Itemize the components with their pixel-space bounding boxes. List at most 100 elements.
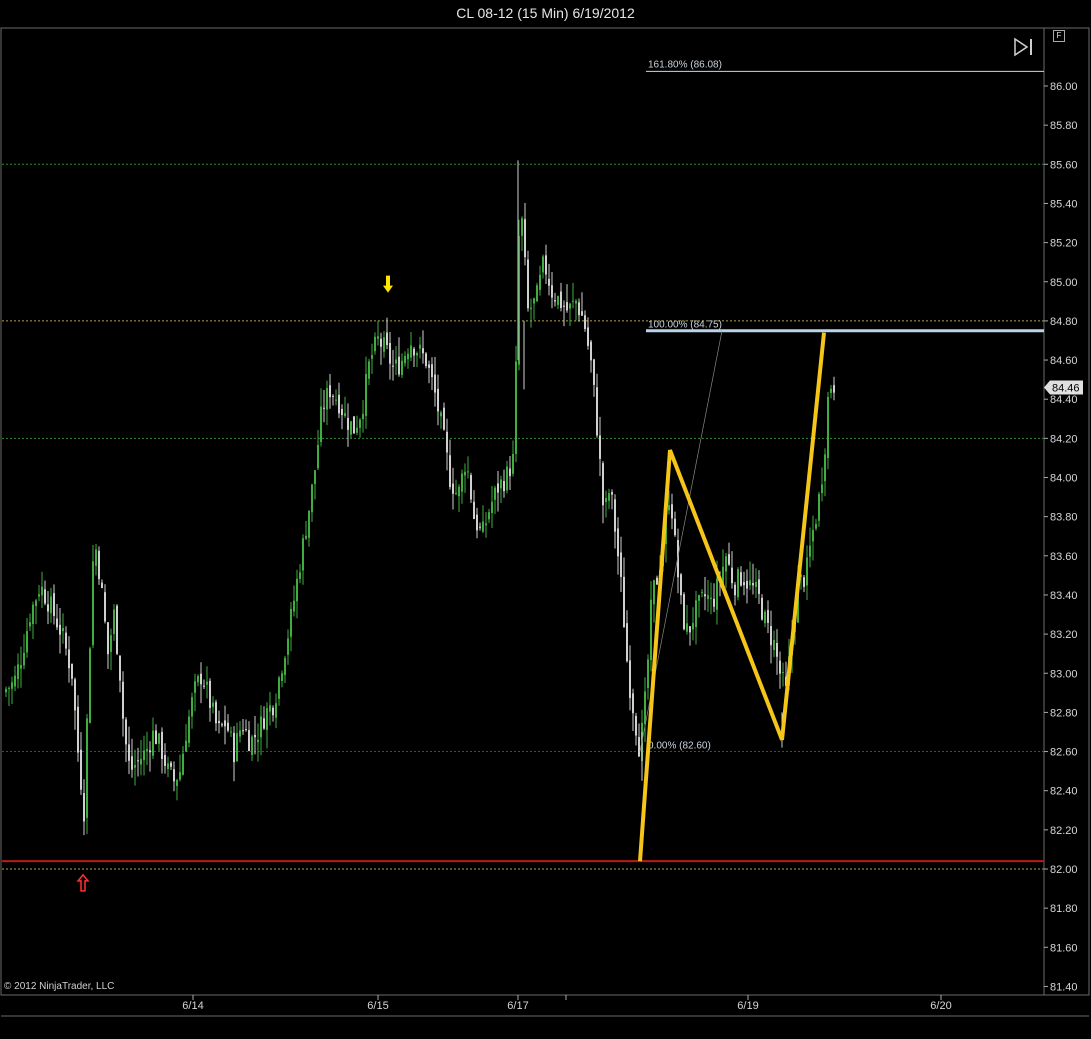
candle-body: [56, 618, 58, 628]
candle-body: [419, 344, 421, 349]
candle-body: [5, 688, 7, 693]
candle-body: [323, 407, 325, 409]
candle-body: [458, 486, 460, 497]
candle-body: [62, 627, 64, 632]
candle-body: [284, 657, 286, 675]
candle-body: [638, 737, 640, 757]
candle-body: [485, 523, 487, 526]
candle-body: [698, 595, 700, 601]
candle-body: [758, 579, 760, 594]
candle-body: [440, 412, 442, 417]
candle-body: [86, 718, 88, 818]
candle-body: [527, 259, 529, 309]
y-tick-label: 83.60: [1050, 551, 1078, 563]
candle-body: [305, 535, 307, 539]
candle-body: [224, 720, 226, 727]
candle-body: [821, 484, 823, 493]
x-tick-label: 6/15: [367, 1000, 388, 1012]
candle-body: [617, 528, 619, 557]
candle-body: [170, 762, 172, 767]
candle-body: [38, 594, 40, 597]
candle-body: [155, 730, 157, 744]
candle-body: [815, 523, 817, 529]
last-price-label: 84.46: [1052, 382, 1080, 394]
candle-body: [92, 561, 94, 646]
candle-body: [335, 399, 337, 401]
candle-body: [272, 707, 274, 716]
candle-body: [11, 682, 13, 689]
candle-body: [383, 337, 385, 352]
scroll-to-end-icon[interactable]: [1012, 37, 1036, 57]
candle-body: [149, 750, 151, 753]
candle-body: [680, 574, 682, 596]
candle-body: [80, 749, 82, 790]
candle-body: [356, 427, 358, 433]
candle-body: [449, 455, 451, 487]
candle-body: [776, 643, 778, 657]
candle-body: [320, 406, 322, 442]
f-button[interactable]: F: [1053, 30, 1065, 42]
candle-body: [362, 413, 364, 420]
candle-body: [104, 592, 106, 622]
candle-body: [167, 763, 169, 770]
y-tick-label: 84.40: [1050, 394, 1078, 406]
candle-body: [437, 388, 439, 412]
price-chart[interactable]: 161.80% (86.08) 100.00% (84.75) 0.00% (82.…: [0, 0, 1091, 1039]
candle-body: [341, 408, 343, 416]
y-tick-label: 82.80: [1050, 707, 1078, 719]
candle-body: [512, 453, 514, 474]
y-tick-label: 84.80: [1050, 316, 1078, 328]
y-tick-label: 85.40: [1050, 198, 1078, 210]
candle-body: [311, 484, 313, 513]
y-tick-label: 84.60: [1050, 355, 1078, 367]
y-tick-label: 83.20: [1050, 629, 1078, 641]
candle-body: [197, 675, 199, 683]
candle-body: [683, 594, 685, 630]
candle-body: [347, 417, 349, 430]
candle-body: [806, 557, 808, 586]
down-arrow-marker[interactable]: [383, 275, 393, 293]
candle-body: [110, 635, 112, 652]
candle-body: [386, 332, 388, 345]
candle-body: [587, 327, 589, 346]
fib-label: 100.00% (84.75): [648, 320, 722, 331]
up-arrow-marker[interactable]: [76, 873, 90, 892]
candle-body: [8, 687, 10, 689]
candle-body: [146, 749, 148, 751]
x-tick-label: 6/14: [182, 1000, 203, 1012]
candle-body: [17, 664, 19, 680]
candle-body: [455, 492, 457, 494]
y-tick-label: 81.60: [1050, 942, 1078, 954]
candle-body: [608, 493, 610, 501]
candle-body: [68, 649, 70, 669]
candle-body: [128, 744, 130, 761]
candle-body: [137, 760, 139, 762]
y-tick-label: 84.00: [1050, 473, 1078, 485]
candle-body: [479, 526, 481, 528]
y-tick-label: 82.60: [1050, 747, 1078, 759]
candle-body: [326, 388, 328, 410]
candle-body: [599, 435, 601, 459]
candle-body: [539, 274, 541, 290]
candle-body: [425, 353, 427, 366]
candle-body: [623, 576, 625, 628]
candle-body: [734, 584, 736, 596]
candle-body: [668, 505, 670, 511]
zigzag-pattern[interactable]: [638, 332, 826, 862]
candle-body: [194, 681, 196, 693]
candle-body: [164, 754, 166, 766]
candle-body: [497, 483, 499, 493]
candle-body: [23, 652, 25, 666]
candle-body: [140, 759, 142, 765]
candle-body: [704, 594, 706, 597]
candle-body: [98, 550, 100, 580]
candle-body: [500, 479, 502, 489]
candle-body: [221, 724, 223, 726]
fib-label: 161.80% (86.08): [648, 59, 722, 70]
candle-body: [833, 385, 835, 393]
candle-body: [296, 578, 298, 602]
candle-body: [134, 765, 136, 768]
candle-body: [473, 501, 475, 520]
candle-body: [203, 685, 205, 687]
candle-body: [536, 285, 538, 302]
